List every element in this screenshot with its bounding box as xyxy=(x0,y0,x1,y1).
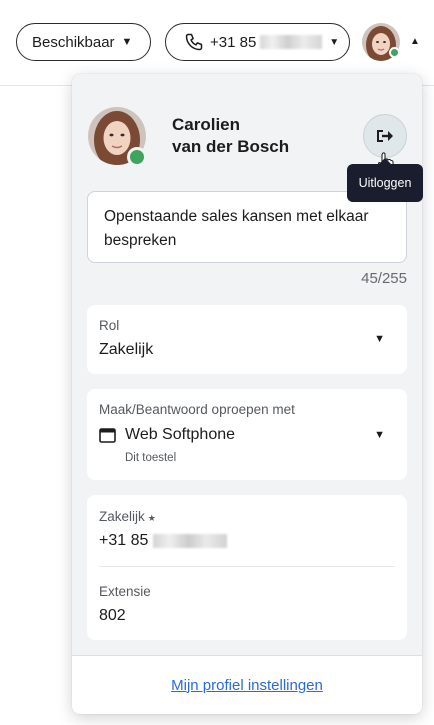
business-number-label-text: Zakelijk xyxy=(99,509,145,524)
phone-icon xyxy=(185,33,203,51)
chevron-down-icon: ▼ xyxy=(329,36,340,48)
role-select[interactable]: Rol Zakelijk ▼ xyxy=(87,305,407,374)
chevron-down-icon: ▼ xyxy=(374,333,385,345)
redacted-number xyxy=(153,534,228,548)
profile-settings-link[interactable]: Mijn profiel instellingen xyxy=(171,677,323,694)
call-device-select[interactable]: Maak/Beantwoord oproepen met Web Softpho… xyxy=(87,389,407,480)
call-device-row: Web Softphone xyxy=(99,426,235,444)
extension-value: 802 xyxy=(99,607,126,624)
redacted-number xyxy=(260,35,323,49)
divider xyxy=(99,566,395,567)
call-device-label: Maak/Beantwoord oproepen met xyxy=(99,402,295,417)
call-device-value: Web Softphone xyxy=(125,426,236,443)
status-label: Beschikbaar xyxy=(32,33,115,51)
business-number-label: Zakelijk ★ xyxy=(99,509,156,524)
logout-icon xyxy=(377,130,393,142)
chevron-down-icon: ▼ xyxy=(374,429,385,441)
user-name: Carolien van der Bosch xyxy=(172,114,342,158)
star-icon: ★ xyxy=(147,513,156,523)
numbers-card: Zakelijk ★ +31 85 Extensie 802 xyxy=(87,495,407,640)
phone-number-dropdown[interactable]: +31 85 ▼ xyxy=(165,23,350,61)
presence-indicator xyxy=(127,147,147,167)
status-dropdown[interactable]: Beschikbaar ▼ xyxy=(16,23,151,61)
chevron-up-icon[interactable]: ▲ xyxy=(410,36,420,47)
chevron-down-icon: ▼ xyxy=(121,36,133,48)
last-name: van der Bosch xyxy=(172,137,290,156)
phone-number-prefix: +31 85 xyxy=(210,33,257,51)
call-device-sub: Dit toestel xyxy=(125,452,177,464)
first-name: Carolien xyxy=(172,115,241,134)
business-number-prefix: +31 85 xyxy=(99,532,149,549)
business-number-value: +31 85 xyxy=(99,532,228,550)
browser-window-icon xyxy=(99,427,116,443)
extension-label: Extensie xyxy=(99,584,151,599)
role-value: Zakelijk xyxy=(99,341,154,358)
presence-indicator xyxy=(389,47,400,58)
logout-tooltip: Uitloggen xyxy=(347,158,423,202)
role-label: Rol xyxy=(99,318,120,333)
panel-footer: Mijn profiel instellingen xyxy=(72,655,422,714)
character-count: 45/255 xyxy=(361,270,407,287)
